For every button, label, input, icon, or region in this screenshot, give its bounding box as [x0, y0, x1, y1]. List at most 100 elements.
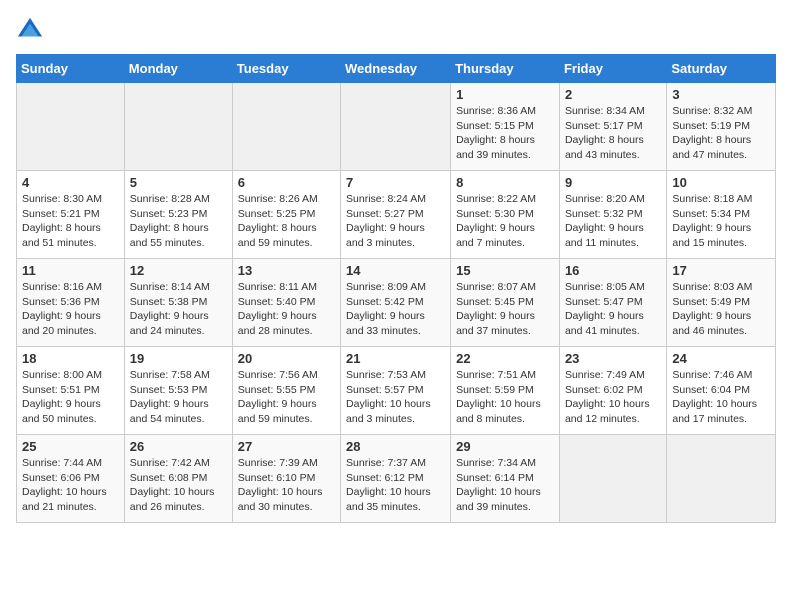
calendar-cell [124, 83, 232, 171]
calendar-cell: 29 Sunrise: 7:34 AM Sunset: 6:14 PM Dayli… [451, 435, 560, 523]
day-info: Sunrise: 8:36 AM Sunset: 5:15 PM Dayligh… [456, 104, 554, 163]
day-info: Sunrise: 8:00 AM Sunset: 5:51 PM Dayligh… [22, 368, 119, 427]
day-number: 19 [130, 351, 227, 366]
calendar-week-row: 4 Sunrise: 8:30 AM Sunset: 5:21 PM Daylig… [17, 171, 776, 259]
weekday-header-wednesday: Wednesday [341, 55, 451, 83]
day-number: 6 [238, 175, 335, 190]
day-info: Sunrise: 8:07 AM Sunset: 5:45 PM Dayligh… [456, 280, 554, 339]
day-info: Sunrise: 8:26 AM Sunset: 5:25 PM Dayligh… [238, 192, 335, 251]
day-info: Sunrise: 7:44 AM Sunset: 6:06 PM Dayligh… [22, 456, 119, 515]
calendar-table: SundayMondayTuesdayWednesdayThursdayFrid… [16, 54, 776, 523]
day-number: 14 [346, 263, 445, 278]
day-number: 29 [456, 439, 554, 454]
calendar-cell [559, 435, 666, 523]
calendar-cell: 10 Sunrise: 8:18 AM Sunset: 5:34 PM Dayli… [667, 171, 776, 259]
day-info: Sunrise: 8:34 AM Sunset: 5:17 PM Dayligh… [565, 104, 661, 163]
day-info: Sunrise: 8:11 AM Sunset: 5:40 PM Dayligh… [238, 280, 335, 339]
day-number: 10 [672, 175, 770, 190]
calendar-week-row: 18 Sunrise: 8:00 AM Sunset: 5:51 PM Dayli… [17, 347, 776, 435]
calendar-cell: 18 Sunrise: 8:00 AM Sunset: 5:51 PM Dayli… [17, 347, 125, 435]
calendar-week-row: 1 Sunrise: 8:36 AM Sunset: 5:15 PM Daylig… [17, 83, 776, 171]
day-info: Sunrise: 8:24 AM Sunset: 5:27 PM Dayligh… [346, 192, 445, 251]
day-info: Sunrise: 7:51 AM Sunset: 5:59 PM Dayligh… [456, 368, 554, 427]
day-number: 4 [22, 175, 119, 190]
day-number: 18 [22, 351, 119, 366]
day-info: Sunrise: 8:09 AM Sunset: 5:42 PM Dayligh… [346, 280, 445, 339]
calendar-cell: 3 Sunrise: 8:32 AM Sunset: 5:19 PM Daylig… [667, 83, 776, 171]
day-info: Sunrise: 7:34 AM Sunset: 6:14 PM Dayligh… [456, 456, 554, 515]
weekday-header-thursday: Thursday [451, 55, 560, 83]
day-info: Sunrise: 8:03 AM Sunset: 5:49 PM Dayligh… [672, 280, 770, 339]
calendar-cell: 6 Sunrise: 8:26 AM Sunset: 5:25 PM Daylig… [232, 171, 340, 259]
day-number: 1 [456, 87, 554, 102]
day-number: 2 [565, 87, 661, 102]
calendar-cell: 1 Sunrise: 8:36 AM Sunset: 5:15 PM Daylig… [451, 83, 560, 171]
calendar-cell: 17 Sunrise: 8:03 AM Sunset: 5:49 PM Dayli… [667, 259, 776, 347]
day-info: Sunrise: 8:18 AM Sunset: 5:34 PM Dayligh… [672, 192, 770, 251]
calendar-cell: 14 Sunrise: 8:09 AM Sunset: 5:42 PM Dayli… [341, 259, 451, 347]
weekday-header-friday: Friday [559, 55, 666, 83]
day-number: 5 [130, 175, 227, 190]
calendar-cell: 24 Sunrise: 7:46 AM Sunset: 6:04 PM Dayli… [667, 347, 776, 435]
day-info: Sunrise: 8:28 AM Sunset: 5:23 PM Dayligh… [130, 192, 227, 251]
calendar-cell: 12Sunrise: 8:14 AM Sunset: 5:38 PM Dayli… [124, 259, 232, 347]
day-number: 20 [238, 351, 335, 366]
calendar-cell: 26Sunrise: 7:42 AM Sunset: 6:08 PM Dayli… [124, 435, 232, 523]
calendar-week-row: 11Sunrise: 8:16 AM Sunset: 5:36 PM Dayli… [17, 259, 776, 347]
weekday-header-sunday: Sunday [17, 55, 125, 83]
day-info: Sunrise: 7:56 AM Sunset: 5:55 PM Dayligh… [238, 368, 335, 427]
calendar-cell: 20 Sunrise: 7:56 AM Sunset: 5:55 PM Dayli… [232, 347, 340, 435]
day-info: Sunrise: 7:46 AM Sunset: 6:04 PM Dayligh… [672, 368, 770, 427]
day-info: Sunrise: 8:22 AM Sunset: 5:30 PM Dayligh… [456, 192, 554, 251]
calendar-cell: 7 Sunrise: 8:24 AM Sunset: 5:27 PM Daylig… [341, 171, 451, 259]
calendar-cell [341, 83, 451, 171]
day-number: 7 [346, 175, 445, 190]
logo [16, 16, 48, 44]
day-info: Sunrise: 8:30 AM Sunset: 5:21 PM Dayligh… [22, 192, 119, 251]
calendar-cell: 28 Sunrise: 7:37 AM Sunset: 6:12 PM Dayli… [341, 435, 451, 523]
day-info: Sunrise: 7:58 AM Sunset: 5:53 PM Dayligh… [130, 368, 227, 427]
day-number: 8 [456, 175, 554, 190]
calendar-cell: 23 Sunrise: 7:49 AM Sunset: 6:02 PM Dayli… [559, 347, 666, 435]
day-info: Sunrise: 7:49 AM Sunset: 6:02 PM Dayligh… [565, 368, 661, 427]
day-info: Sunrise: 8:05 AM Sunset: 5:47 PM Dayligh… [565, 280, 661, 339]
calendar-cell: 5 Sunrise: 8:28 AM Sunset: 5:23 PM Daylig… [124, 171, 232, 259]
logo-icon [16, 16, 44, 44]
day-number: 23 [565, 351, 661, 366]
calendar-cell [17, 83, 125, 171]
day-info: Sunrise: 7:53 AM Sunset: 5:57 PM Dayligh… [346, 368, 445, 427]
calendar-cell: 8 Sunrise: 8:22 AM Sunset: 5:30 PM Daylig… [451, 171, 560, 259]
day-number: 24 [672, 351, 770, 366]
weekday-header-row: SundayMondayTuesdayWednesdayThursdayFrid… [17, 55, 776, 83]
day-number: 28 [346, 439, 445, 454]
day-info: Sunrise: 8:14 AM Sunset: 5:38 PM Dayligh… [130, 280, 227, 339]
day-number: 26 [130, 439, 227, 454]
day-number: 25 [22, 439, 119, 454]
calendar-week-row: 25 Sunrise: 7:44 AM Sunset: 6:06 PM Dayli… [17, 435, 776, 523]
day-number: 17 [672, 263, 770, 278]
day-info: Sunrise: 7:37 AM Sunset: 6:12 PM Dayligh… [346, 456, 445, 515]
day-number: 22 [456, 351, 554, 366]
day-number: 9 [565, 175, 661, 190]
calendar-cell: 27 Sunrise: 7:39 AM Sunset: 6:10 PM Dayli… [232, 435, 340, 523]
calendar-cell [232, 83, 340, 171]
day-number: 3 [672, 87, 770, 102]
day-number: 13 [238, 263, 335, 278]
day-number: 16 [565, 263, 661, 278]
day-number: 21 [346, 351, 445, 366]
day-number: 15 [456, 263, 554, 278]
day-info: Sunrise: 7:39 AM Sunset: 6:10 PM Dayligh… [238, 456, 335, 515]
weekday-header-saturday: Saturday [667, 55, 776, 83]
day-info: Sunrise: 8:20 AM Sunset: 5:32 PM Dayligh… [565, 192, 661, 251]
calendar-cell [667, 435, 776, 523]
calendar-cell: 9 Sunrise: 8:20 AM Sunset: 5:32 PM Daylig… [559, 171, 666, 259]
weekday-header-tuesday: Tuesday [232, 55, 340, 83]
calendar-cell: 19 Sunrise: 7:58 AM Sunset: 5:53 PM Dayli… [124, 347, 232, 435]
day-number: 27 [238, 439, 335, 454]
day-number: 11 [22, 263, 119, 278]
day-info: Sunrise: 8:32 AM Sunset: 5:19 PM Dayligh… [672, 104, 770, 163]
calendar-cell: 2 Sunrise: 8:34 AM Sunset: 5:17 PM Daylig… [559, 83, 666, 171]
calendar-cell: 22 Sunrise: 7:51 AM Sunset: 5:59 PM Dayli… [451, 347, 560, 435]
calendar-cell: 13 Sunrise: 8:11 AM Sunset: 5:40 PM Dayli… [232, 259, 340, 347]
page-header [16, 16, 776, 44]
